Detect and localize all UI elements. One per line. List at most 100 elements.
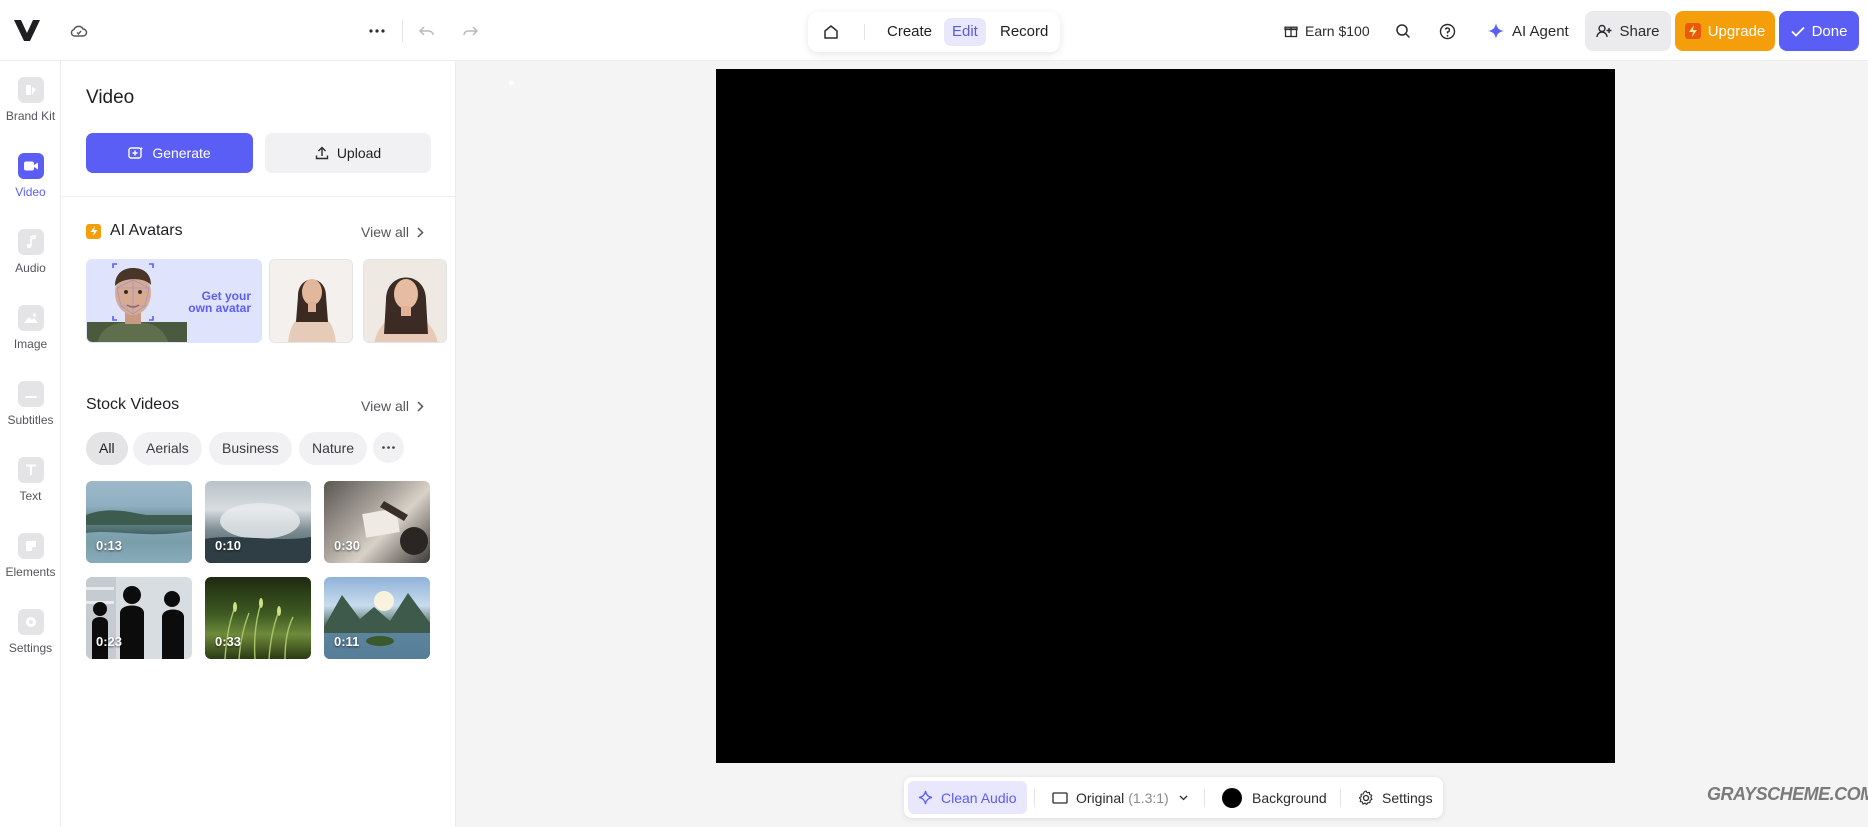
done-button[interactable]: Done bbox=[1779, 11, 1859, 51]
mode-create-tab[interactable]: Create bbox=[879, 18, 940, 46]
rail-item-image[interactable]: Image bbox=[0, 305, 61, 371]
clean-audio-button[interactable]: Clean Audio bbox=[908, 781, 1027, 814]
rail-item-video[interactable]: Video bbox=[0, 153, 61, 219]
get-your-own-avatar-card[interactable]: Get your own avatar bbox=[86, 259, 262, 343]
rail-item-settings[interactable]: Settings bbox=[0, 609, 61, 675]
stock-videos-heading: Stock Videos bbox=[86, 396, 179, 414]
video-duration: 0:10 bbox=[215, 538, 242, 553]
ai-avatar-badge-icon bbox=[86, 223, 101, 239]
get-avatar-text: Get your own avatar bbox=[188, 289, 251, 315]
toolbar-divider bbox=[1340, 789, 1341, 807]
mode-record-tab[interactable]: Record bbox=[992, 18, 1056, 46]
background-color-button[interactable]: Background bbox=[1212, 781, 1337, 814]
rail-item-elements[interactable]: Elements bbox=[0, 533, 61, 599]
home-icon[interactable] bbox=[818, 19, 844, 45]
more-filters-button[interactable] bbox=[373, 432, 404, 463]
image-icon bbox=[17, 305, 44, 331]
rail-label: Image bbox=[13, 337, 48, 351]
chevron-right-icon bbox=[417, 226, 424, 238]
ai-avatars-view-all-link[interactable]: View all bbox=[361, 224, 424, 240]
music-note-icon bbox=[17, 229, 44, 255]
help-icon[interactable] bbox=[1434, 18, 1460, 44]
app-logo-icon[interactable] bbox=[12, 17, 42, 43]
mode-edit-tab[interactable]: Edit bbox=[944, 18, 986, 46]
stock-video-thumbnail[interactable]: 0:13 bbox=[86, 481, 192, 563]
filter-chip-nature[interactable]: Nature bbox=[299, 432, 368, 465]
generate-label: Generate bbox=[152, 145, 211, 161]
clean-audio-label: Clean Audio bbox=[941, 789, 1017, 806]
stock-video-thumbnail[interactable]: 0:30 bbox=[324, 481, 430, 563]
avatar-thumbnail[interactable] bbox=[363, 259, 447, 343]
settings-icon bbox=[17, 609, 44, 635]
aspect-ratio-dropdown[interactable]: Original (1.3:1) bbox=[1042, 781, 1198, 814]
video-camera-icon bbox=[17, 153, 44, 179]
stock-video-thumbnail[interactable]: 0:33 bbox=[205, 577, 311, 659]
avatar-thumbnail[interactable] bbox=[269, 259, 353, 343]
aspect-ratio-icon bbox=[1052, 791, 1068, 804]
video-duration: 0:30 bbox=[334, 538, 361, 553]
generate-video-icon bbox=[128, 147, 144, 159]
gear-icon bbox=[1358, 789, 1373, 805]
rail-label: Text bbox=[19, 489, 42, 503]
canvas-handle-marker bbox=[509, 81, 514, 85]
search-icon[interactable] bbox=[1390, 18, 1416, 44]
toolbar-divider bbox=[1204, 789, 1205, 807]
stock-videos-view-all-link[interactable]: View all bbox=[361, 398, 424, 414]
upgrade-button[interactable]: Upgrade bbox=[1675, 11, 1775, 51]
video-panel: Video Generate Upload AI Avatars View al… bbox=[61, 61, 456, 827]
panel-title: Video bbox=[86, 87, 135, 108]
sparkle-icon bbox=[1488, 23, 1504, 39]
subtitles-icon bbox=[17, 381, 44, 407]
stock-video-thumbnail[interactable]: 0:23 bbox=[86, 577, 192, 659]
undo-icon[interactable] bbox=[414, 18, 440, 44]
mode-divider bbox=[864, 24, 865, 40]
filter-chip-all[interactable]: All bbox=[86, 432, 128, 465]
sparkle-icon bbox=[918, 790, 933, 805]
check-icon bbox=[1790, 26, 1805, 37]
video-canvas[interactable] bbox=[716, 69, 1615, 763]
avatar-scan-face-icon bbox=[87, 263, 187, 342]
generate-button[interactable]: Generate bbox=[86, 133, 253, 173]
stock-video-thumbnail[interactable]: 0:10 bbox=[205, 481, 311, 563]
redo-icon[interactable] bbox=[457, 18, 483, 44]
rail-label: Settings bbox=[8, 641, 53, 655]
toolbar-divider bbox=[402, 20, 403, 42]
upload-icon bbox=[315, 146, 329, 160]
settings-label: Settings bbox=[1382, 789, 1433, 806]
brand-kit-icon bbox=[17, 77, 44, 103]
video-duration: 0:23 bbox=[96, 634, 123, 649]
upload-label: Upload bbox=[336, 145, 382, 161]
earn-referral-link[interactable]: Earn $100 bbox=[1284, 18, 1370, 44]
filter-chip-aerials[interactable]: Aerials bbox=[133, 432, 202, 465]
rail-item-audio[interactable]: Audio bbox=[0, 229, 61, 295]
aspect-ratio-value: (1.3:1) bbox=[1128, 789, 1169, 806]
rail-label: Brand Kit bbox=[5, 109, 56, 123]
rail-label: Video bbox=[15, 185, 46, 199]
panel-divider bbox=[61, 196, 456, 197]
rail-label: Elements bbox=[5, 565, 56, 579]
rail-label: Subtitles bbox=[7, 413, 54, 427]
background-color-swatch bbox=[1222, 787, 1242, 808]
video-duration: 0:11 bbox=[334, 634, 360, 649]
mode-switcher: Create Edit Record bbox=[808, 12, 1060, 52]
earn-label: Earn $100 bbox=[1305, 23, 1370, 39]
chevron-down-icon bbox=[1179, 795, 1188, 800]
upload-button[interactable]: Upload bbox=[265, 133, 431, 173]
rail-item-brand-kit[interactable]: Brand Kit bbox=[0, 77, 61, 143]
canvas-settings-button[interactable]: Settings bbox=[1348, 781, 1443, 814]
more-options-icon[interactable] bbox=[364, 18, 390, 44]
filter-chip-business[interactable]: Business bbox=[209, 432, 292, 465]
rail-item-subtitles[interactable]: Subtitles bbox=[0, 381, 61, 447]
more-icon bbox=[382, 446, 395, 449]
cloud-sync-icon[interactable] bbox=[66, 18, 92, 44]
canvas-toolbar: Clean Audio Original (1.3:1) Background … bbox=[904, 777, 1443, 818]
share-button[interactable]: Share bbox=[1585, 11, 1671, 51]
ai-agent-label: AI Agent bbox=[1512, 22, 1569, 40]
view-all-label: View all bbox=[361, 398, 409, 414]
background-label: Background bbox=[1252, 789, 1327, 806]
add-user-icon bbox=[1596, 24, 1612, 38]
stock-video-thumbnail[interactable]: 0:11 bbox=[324, 577, 430, 659]
rail-item-text[interactable]: Text bbox=[0, 457, 61, 523]
ai-avatars-title: AI Avatars bbox=[110, 222, 183, 239]
ai-agent-button[interactable]: AI Agent bbox=[1487, 18, 1569, 44]
